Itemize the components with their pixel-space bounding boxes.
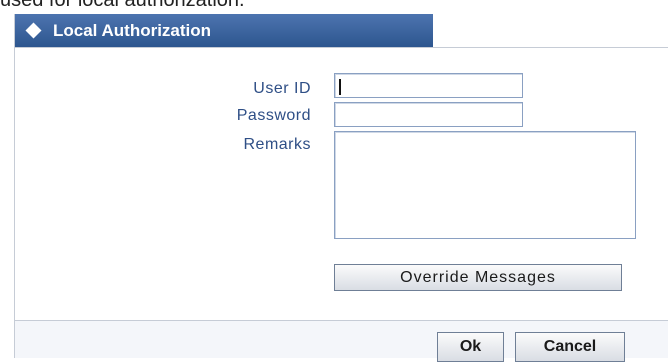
override-messages-button[interactable]: Override Messages bbox=[334, 264, 622, 291]
document-caption: used for local authorization. bbox=[0, 0, 668, 12]
local-authorization-dialog: Local Authorization User ID Password Rem… bbox=[14, 14, 668, 362]
dialog-footer: Ok Cancel bbox=[15, 321, 668, 362]
user-id-label: User ID bbox=[253, 80, 311, 97]
password-field[interactable] bbox=[334, 102, 523, 127]
caption-text: used for local authorization. bbox=[0, 0, 245, 11]
dialog-title-tab: Local Authorization bbox=[15, 14, 433, 47]
diamond-icon bbox=[25, 22, 42, 39]
dialog-title-bar: Local Authorization bbox=[15, 14, 668, 48]
remarks-textarea[interactable] bbox=[334, 131, 636, 239]
text-caret bbox=[339, 79, 341, 95]
remarks-label: Remarks bbox=[243, 136, 311, 153]
user-id-field[interactable] bbox=[334, 73, 523, 98]
dialog-title: Local Authorization bbox=[53, 21, 212, 40]
password-label: Password bbox=[236, 107, 311, 124]
